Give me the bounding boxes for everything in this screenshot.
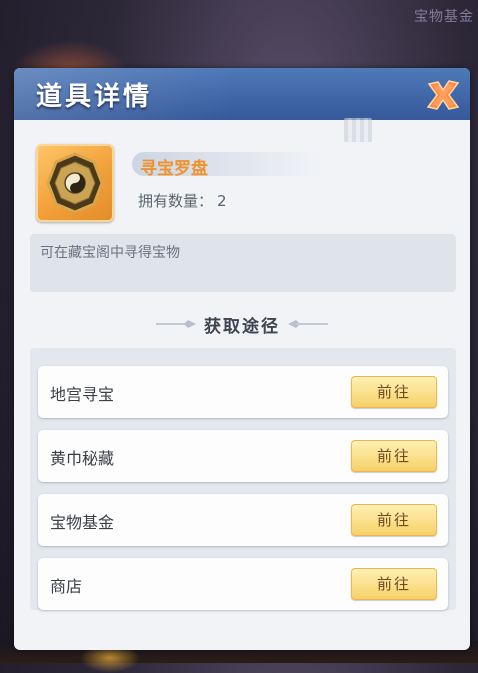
- go-button[interactable]: 前往: [351, 504, 437, 536]
- item-detail-dialog: 道具详情 寻宝罗盘 拥有数量： 2 可在藏宝阁中寻得宝物 获取途径 地宫寻宝 前…: [14, 68, 470, 650]
- item-count-value: 2: [217, 192, 227, 210]
- source-row: 宝物基金 前往: [38, 494, 448, 546]
- dialog-title: 道具详情: [36, 82, 153, 112]
- blurred-mark: [344, 118, 372, 142]
- compass-icon: [46, 152, 104, 214]
- item-summary: 寻宝罗盘 拥有数量： 2: [36, 144, 456, 224]
- item-description-box: 可在藏宝阁中寻得宝物: [30, 234, 456, 292]
- close-x-icon: [426, 80, 460, 110]
- source-row: 地宫寻宝 前往: [38, 366, 448, 418]
- item-name: 寻宝罗盘: [140, 159, 208, 179]
- item-count-label: 拥有数量：: [138, 192, 214, 210]
- source-label: 宝物基金: [50, 513, 115, 532]
- item-description: 可在藏宝阁中寻得宝物: [40, 245, 180, 261]
- go-button[interactable]: 前往: [351, 568, 437, 600]
- source-label: 地宫寻宝: [50, 385, 115, 404]
- source-label: 商店: [50, 577, 83, 596]
- section-divider-right-icon: [288, 320, 328, 328]
- source-row: 黄巾秘藏 前往: [38, 430, 448, 482]
- source-label: 黄巾秘藏: [50, 449, 115, 468]
- go-button[interactable]: 前往: [351, 440, 437, 472]
- item-icon-frame[interactable]: [36, 144, 114, 222]
- close-button[interactable]: [424, 78, 462, 112]
- source-row: 商店 前往: [38, 558, 448, 610]
- background-corner-text: 宝物基金: [414, 9, 474, 25]
- dialog-header: 道具详情: [14, 68, 470, 120]
- go-button[interactable]: 前往: [351, 376, 437, 408]
- section-title-sources: 获取途径: [204, 317, 280, 337]
- item-count: 拥有数量： 2: [138, 190, 227, 211]
